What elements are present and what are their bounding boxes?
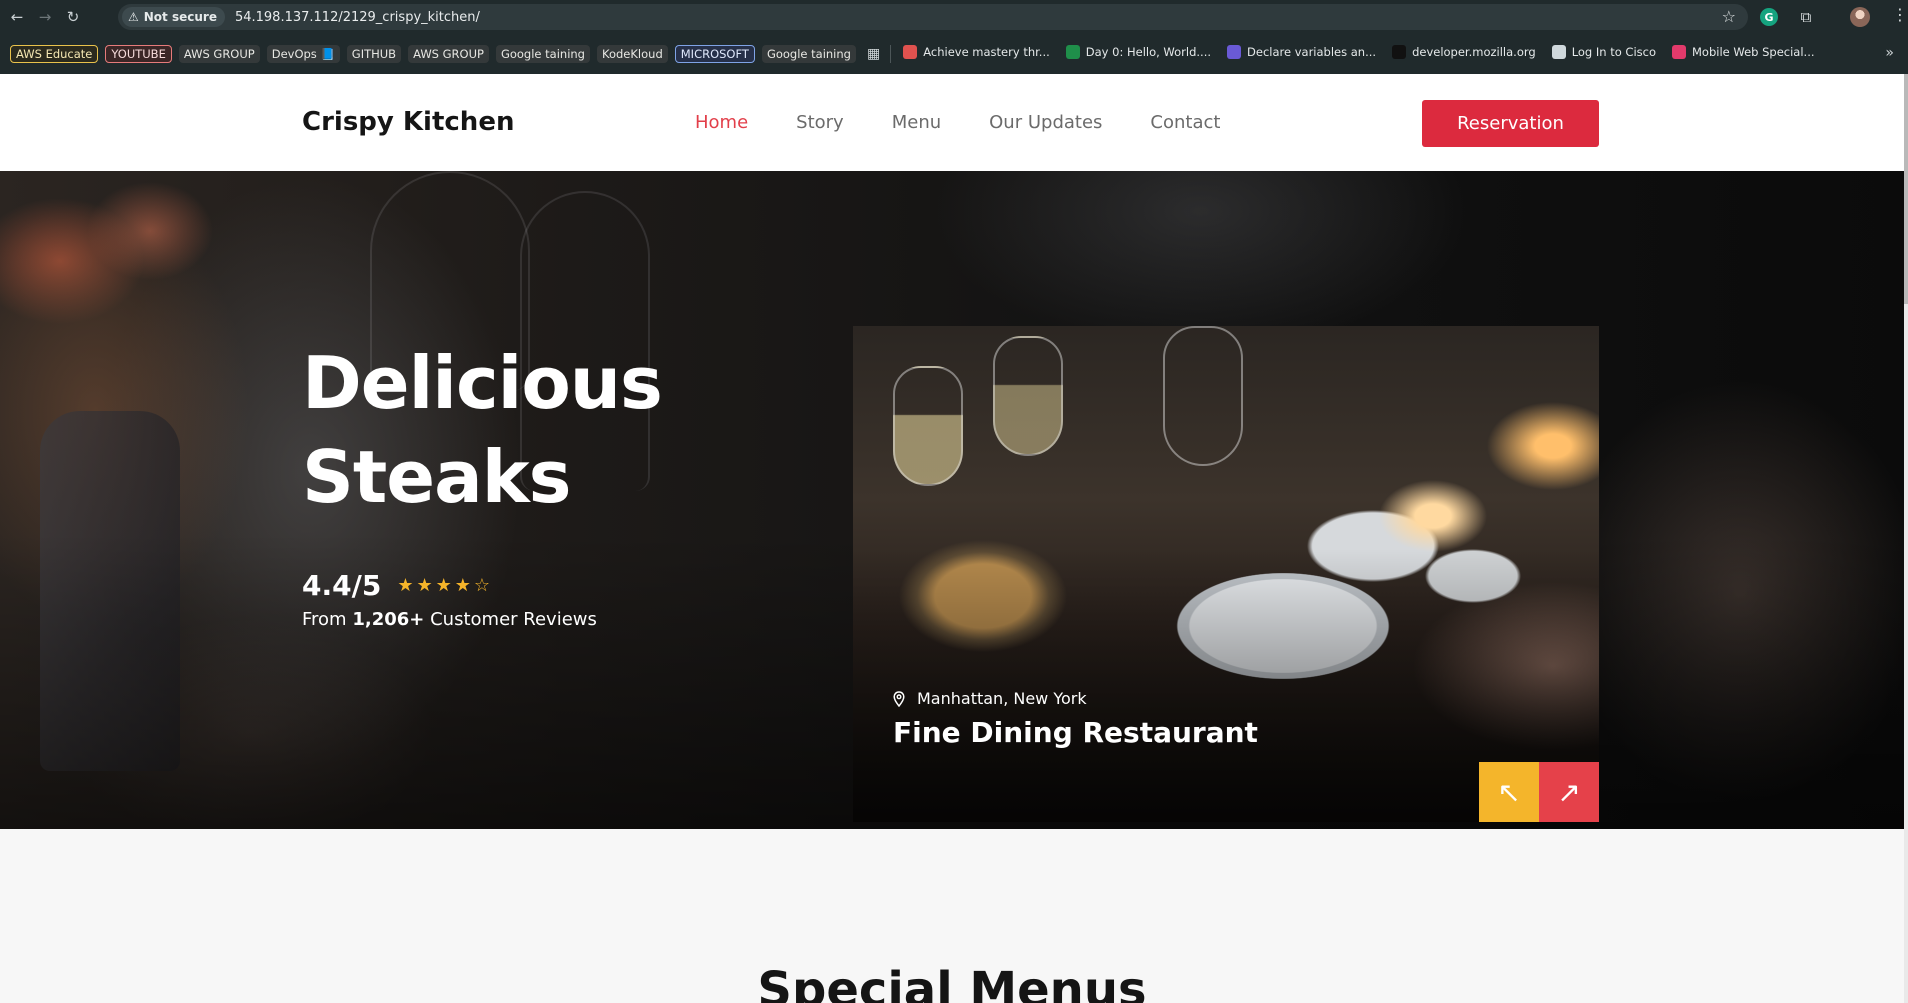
card-location-text: Manhattan, New York [917, 689, 1087, 708]
featured-restaurant-card[interactable]: Manhattan, New York Fine Dining Restaura… [853, 326, 1599, 822]
main-navigation: Home Story Menu Our Updates Contact [695, 112, 1268, 133]
address-bar[interactable]: ⚠ Not secure 54.198.137.112/2129_crispy_… [118, 4, 1748, 30]
reviews-suffix: Customer Reviews [430, 609, 597, 630]
reviews-prefix: From [302, 609, 347, 630]
bookmark-link[interactable]: Mobile Web Special... [1672, 44, 1815, 59]
bookmark-link-label: Log In to Cisco [1571, 44, 1656, 59]
nav-link-story[interactable]: Story [796, 112, 844, 133]
bookmark-link[interactable]: developer.mozilla.org [1392, 44, 1536, 59]
scrollbar-thumb[interactable] [1904, 74, 1908, 304]
bookmark-chip[interactable]: Google taining [495, 45, 590, 63]
favicon-icon [1551, 44, 1566, 59]
rating-row: 4.4/5 ★ ★ ★ ★ ☆ [302, 569, 493, 602]
favicon-icon [903, 44, 918, 59]
location-pin-icon [893, 690, 905, 707]
security-indicator[interactable]: ⚠ Not secure [122, 7, 225, 27]
card-location: Manhattan, New York [893, 689, 1087, 708]
bookmark-link-label: Mobile Web Special... [1692, 44, 1815, 59]
browser-toolbar: ← → ↻ ⚠ Not secure 54.198.137.112/2129_c… [0, 0, 1908, 34]
nav-link-our-updates[interactable]: Our Updates [989, 112, 1102, 133]
star-filled-icon: ★ [416, 575, 433, 596]
star-empty-icon: ☆ [473, 575, 491, 596]
apps-grid-icon[interactable]: ▦ [867, 46, 880, 62]
url-text[interactable]: 54.198.137.112/2129_crispy_kitchen/ [235, 10, 480, 25]
bookmark-chip[interactable]: KodeKloud [597, 45, 668, 63]
star-filled-icon: ★ [397, 575, 414, 596]
bookmark-chip[interactable]: YOUTUBE [105, 45, 172, 63]
favicon-icon [1227, 44, 1242, 59]
nav-link-menu[interactable]: Menu [892, 112, 941, 133]
bookmark-star-icon[interactable]: ☆ [1722, 7, 1736, 26]
reviews-text: From 1,206+ Customer Reviews [302, 609, 597, 630]
grammarly-extension-icon[interactable]: G [1760, 8, 1778, 26]
page-scrollbar[interactable] [1904, 74, 1908, 1003]
bookmark-chip[interactable]: Google taining [761, 45, 856, 63]
warning-icon: ⚠ [128, 10, 139, 24]
bookmark-link-label: developer.mozilla.org [1412, 44, 1536, 59]
bookmark-link-label: Declare variables an... [1247, 44, 1377, 59]
forward-icon[interactable]: → [34, 6, 56, 28]
favicon-icon [1392, 44, 1407, 59]
hero-title-line1: Delicious [302, 341, 663, 425]
star-filled-icon: ★ [435, 575, 452, 596]
bookmark-chip[interactable]: AWS GROUP [408, 45, 489, 63]
site-brand[interactable]: Crispy Kitchen [302, 107, 514, 137]
bookmark-link[interactable]: Log In to Cisco [1551, 44, 1656, 59]
bookmarks-separator [890, 45, 892, 63]
hero-title: Delicious Steaks [302, 336, 722, 524]
bookmark-link[interactable]: Achieve mastery thr... [903, 44, 1050, 59]
extensions-puzzle-icon[interactable]: ⧉ [1797, 8, 1815, 26]
nav-link-contact[interactable]: Contact [1150, 112, 1220, 133]
page-viewport: Crispy Kitchen Home Story Menu Our Updates C… [0, 74, 1908, 1003]
bookmark-link-label: Day 0: Hello, World.... [1085, 44, 1212, 59]
rating-score: 4.4/5 [302, 569, 382, 602]
nav-link-home[interactable]: Home [695, 112, 748, 133]
card-title[interactable]: Fine Dining Restaurant [893, 716, 1258, 749]
hero-title-line2: Steaks [302, 435, 571, 519]
bookmark-chip[interactable]: DevOps 📘 [266, 45, 340, 63]
bookmark-link[interactable]: Day 0: Hello, World.... [1065, 44, 1212, 59]
hero-section: Delicious Steaks 4.4/5 ★ ★ ★ ★ ☆ From 1,206+… [0, 171, 1904, 829]
previous-arrow-button[interactable]: ↖ [1479, 762, 1539, 822]
special-menus-title: Special Menus [757, 962, 1147, 1003]
star-rating: ★ ★ ★ ★ ☆ [397, 575, 493, 596]
favicon-icon [1065, 44, 1080, 59]
favicon-icon [1672, 44, 1686, 59]
bookmark-chip[interactable]: GITHUB [346, 45, 402, 63]
security-label: Not secure [143, 10, 217, 24]
bookmark-chip[interactable]: AWS GROUP [178, 45, 260, 63]
next-arrow-button[interactable]: ↗ [1539, 762, 1599, 822]
bookmarks-bar: AWS Educate YOUTUBE AWS GROUP DevOps 📘 GITHU… [0, 34, 1908, 74]
bookmark-link[interactable]: Declare variables an... [1227, 44, 1377, 59]
reload-icon[interactable]: ↻ [62, 6, 84, 28]
back-icon[interactable]: ← [6, 6, 28, 28]
bookmark-link-label: Achieve mastery thr... [923, 44, 1050, 59]
reservation-button[interactable]: Reservation [1422, 100, 1599, 147]
more-bookmarks-icon[interactable]: » [1885, 45, 1894, 61]
bookmark-chip[interactable]: MICROSOFT [674, 45, 755, 63]
profile-avatar[interactable] [1850, 7, 1870, 27]
star-filled-icon: ★ [454, 575, 471, 596]
site-header: Crispy Kitchen Home Story Menu Our Updates C… [0, 74, 1904, 171]
browser-menu-icon[interactable]: ⋮ [1892, 5, 1908, 24]
bookmark-chip[interactable]: AWS Educate [10, 45, 99, 63]
reviews-count: 1,206+ [352, 609, 425, 630]
